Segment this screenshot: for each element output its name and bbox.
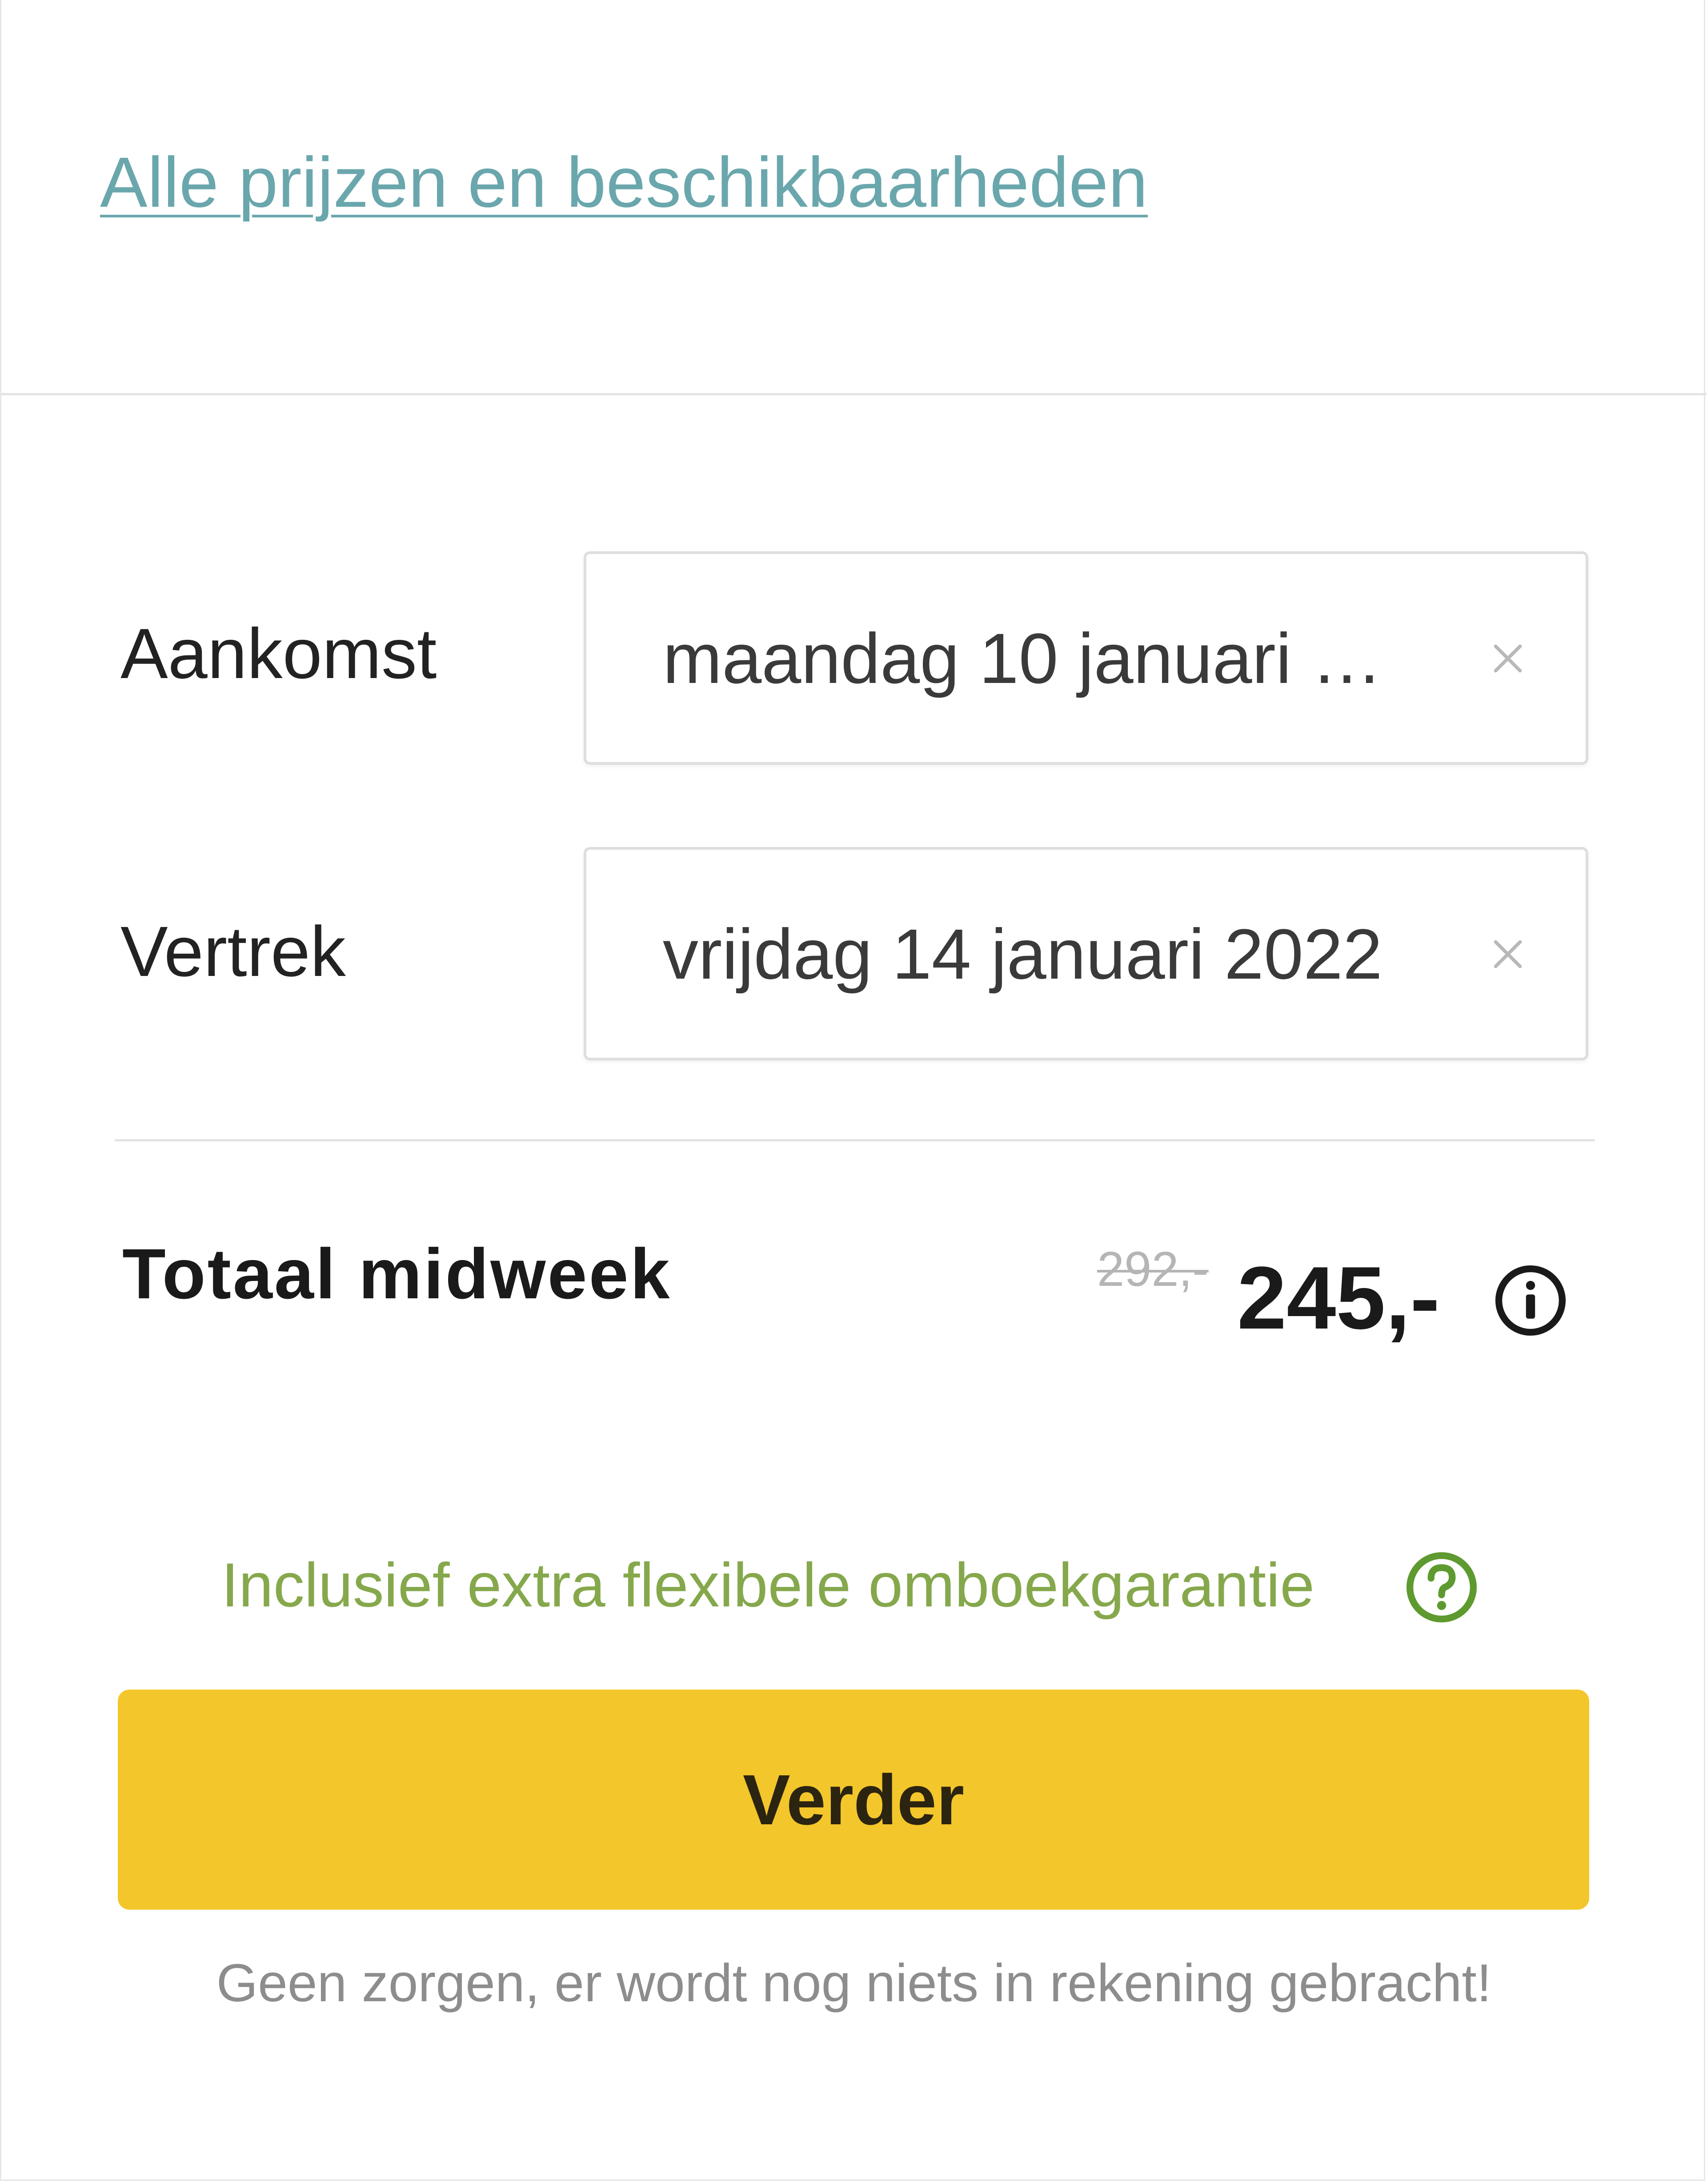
arrival-date-field[interactable]: maandag 10 januari 2… — [584, 551, 1588, 765]
question-circle-icon[interactable] — [1404, 1550, 1479, 1625]
departure-label: Vertrek — [120, 911, 346, 991]
arrival-date-value: maandag 10 januari 2… — [663, 618, 1401, 698]
total-label: Totaal midweek — [122, 1234, 672, 1313]
departure-date-value: vrijdag 14 januari 2022 — [663, 914, 1382, 994]
all-prices-link[interactable]: Alle prijzen en beschikbaarheden — [100, 140, 1148, 225]
booking-panel: Alle prijzen en beschikbaarheden Aankoms… — [0, 0, 1707, 2181]
info-circle-icon[interactable] — [1493, 1263, 1568, 1338]
arrival-label: Aankomst — [120, 614, 437, 693]
close-icon[interactable] — [1483, 930, 1532, 979]
continue-button[interactable]: Verder — [118, 1690, 1589, 1910]
departure-date-field[interactable]: vrijdag 14 januari 2022 — [584, 847, 1588, 1060]
footnote-text: Geen zorgen, er wordt nog niets in reken… — [216, 1953, 1492, 2013]
close-icon[interactable] — [1483, 634, 1532, 683]
total-divider — [115, 1139, 1595, 1141]
guarantee-text: Inclusief extra flexibele omboekgarantie — [221, 1550, 1315, 1620]
total-price: 245,- — [1237, 1249, 1440, 1348]
old-price: 292,- — [1097, 1242, 1209, 1297]
section-divider — [1, 393, 1707, 395]
